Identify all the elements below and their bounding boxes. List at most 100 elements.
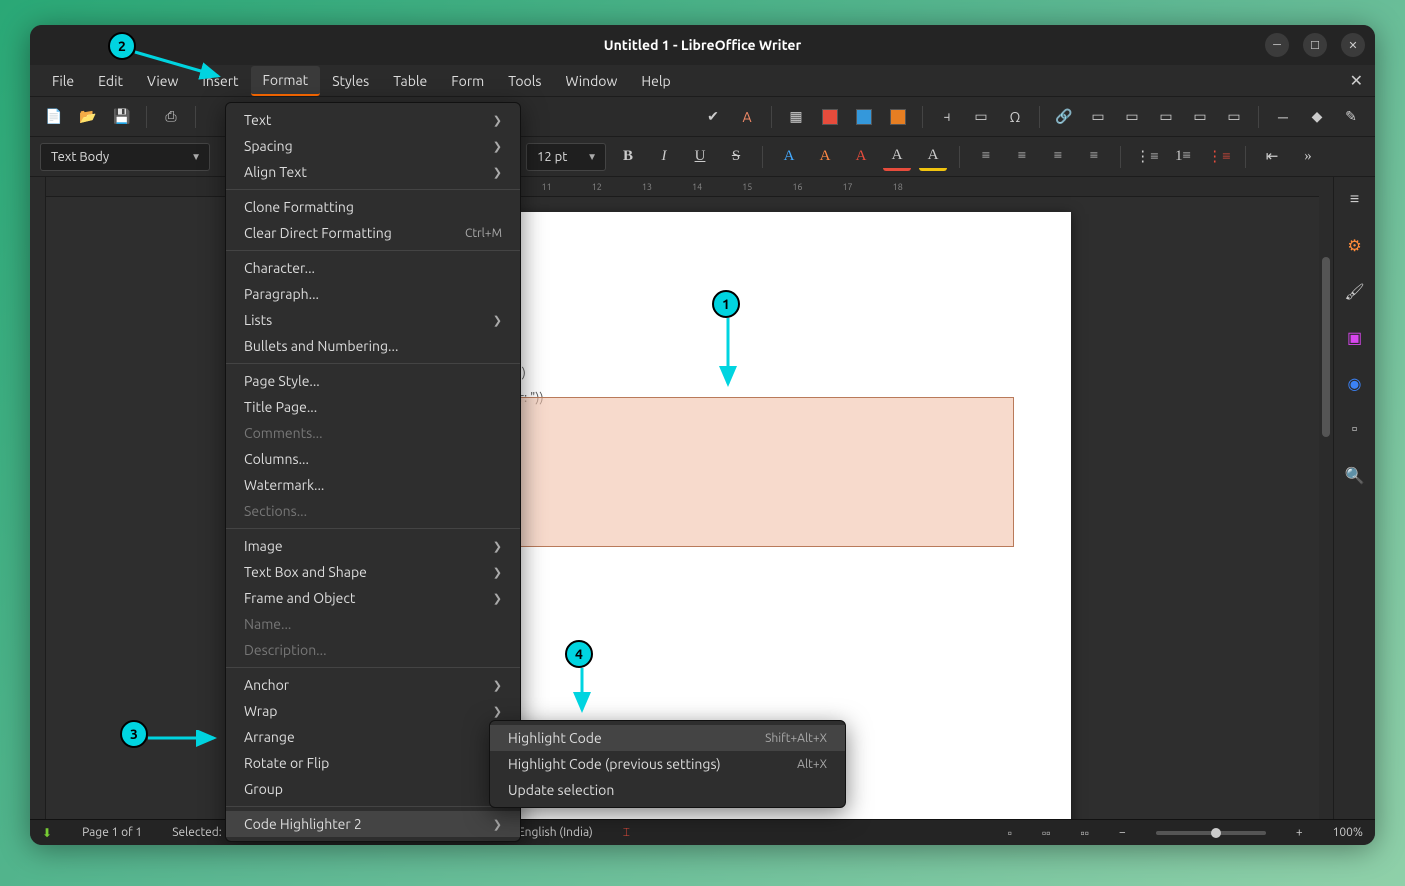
properties-icon[interactable]: ⚙ bbox=[1343, 233, 1367, 257]
gallery-icon[interactable]: ▣ bbox=[1343, 325, 1367, 349]
menu-item-text-box-and-shape[interactable]: Text Box and Shape❯ bbox=[226, 559, 520, 585]
submenu-item-highlight-code-previous-settings[interactable]: Highlight Code (previous settings)Alt+X bbox=[490, 751, 845, 777]
export-pdf-icon[interactable]: ⎙ bbox=[157, 103, 185, 131]
page-icon[interactable]: ▫ bbox=[1343, 417, 1367, 441]
navigator-icon[interactable]: ◉ bbox=[1343, 371, 1367, 395]
menu-help[interactable]: Help bbox=[629, 67, 682, 95]
menu-item-title-page[interactable]: Title Page... bbox=[226, 394, 520, 420]
save-icon[interactable]: 💾 bbox=[108, 103, 136, 131]
new-doc-icon[interactable]: 📄 bbox=[40, 103, 68, 131]
superscript-button[interactable]: A bbox=[775, 143, 803, 171]
more-options-button[interactable]: » bbox=[1294, 143, 1322, 171]
table-icon[interactable]: ▦ bbox=[782, 103, 810, 131]
strikethrough-button[interactable]: S bbox=[722, 143, 750, 171]
sidebar-settings-icon[interactable]: ≡ bbox=[1343, 187, 1367, 211]
italic-button[interactable]: I bbox=[650, 143, 678, 171]
zoom-out-button[interactable]: − bbox=[1119, 826, 1126, 839]
insert-mode-icon[interactable]: ⌶ bbox=[623, 826, 630, 840]
align-center-button[interactable]: ≡ bbox=[1008, 143, 1036, 171]
menu-edit[interactable]: Edit bbox=[86, 67, 135, 95]
textbox-icon[interactable] bbox=[884, 103, 912, 131]
open-icon[interactable]: 📂 bbox=[74, 103, 102, 131]
menu-window[interactable]: Window bbox=[553, 67, 629, 95]
scrollbar-thumb[interactable] bbox=[1322, 257, 1330, 437]
image-icon[interactable] bbox=[816, 103, 844, 131]
underline-button[interactable]: U bbox=[686, 143, 714, 171]
maximize-button[interactable]: ☐ bbox=[1303, 33, 1327, 57]
close-button[interactable]: ✕ bbox=[1341, 33, 1365, 57]
chart-icon[interactable] bbox=[850, 103, 878, 131]
menu-item-align-text[interactable]: Align Text❯ bbox=[226, 159, 520, 185]
zoom-in-button[interactable]: + bbox=[1296, 826, 1303, 839]
indent-decrease-button[interactable]: ⇤ bbox=[1258, 143, 1286, 171]
bullet-list-button[interactable]: ⋮≡ bbox=[1133, 143, 1161, 171]
view-book-icon[interactable]: ▫▫ bbox=[1081, 826, 1090, 840]
align-left-button[interactable]: ≡ bbox=[972, 143, 1000, 171]
menu-item-group[interactable]: Group❯ bbox=[226, 776, 520, 802]
menubar-close-icon[interactable]: ✕ bbox=[1350, 71, 1363, 90]
menu-item-text[interactable]: Text❯ bbox=[226, 107, 520, 133]
paragraph-style-combo[interactable]: Text Body ▼ bbox=[40, 143, 210, 171]
vertical-scrollbar[interactable] bbox=[1319, 177, 1333, 819]
menu-item-watermark[interactable]: Watermark... bbox=[226, 472, 520, 498]
align-justify-button[interactable]: ≡ bbox=[1080, 143, 1108, 171]
outline-button[interactable]: ⋮≡ bbox=[1205, 143, 1233, 171]
menu-file[interactable]: File bbox=[40, 67, 86, 95]
menu-item-frame-and-object[interactable]: Frame and Object❯ bbox=[226, 585, 520, 611]
save-indicator-icon[interactable]: ⬇ bbox=[42, 826, 52, 840]
status-language[interactable]: English (India) bbox=[518, 826, 593, 839]
menu-item-paragraph[interactable]: Paragraph... bbox=[226, 281, 520, 307]
submenu-item-update-selection[interactable]: Update selection bbox=[490, 777, 845, 803]
draw-icon[interactable]: ✎ bbox=[1337, 103, 1365, 131]
menu-item-spacing[interactable]: Spacing❯ bbox=[226, 133, 520, 159]
shape-icon[interactable]: ◆ bbox=[1303, 103, 1331, 131]
styles-icon[interactable]: 🖌 bbox=[1343, 279, 1367, 303]
submenu-item-highlight-code[interactable]: Highlight CodeShift+Alt+X bbox=[490, 725, 845, 751]
menu-item-lists[interactable]: Lists❯ bbox=[226, 307, 520, 333]
menu-item-page-style[interactable]: Page Style... bbox=[226, 368, 520, 394]
page-break-icon[interactable]: ⫞ bbox=[933, 103, 961, 131]
inspector-icon[interactable]: 🔍 bbox=[1343, 463, 1367, 487]
status-page[interactable]: Page 1 of 1 bbox=[82, 826, 142, 839]
hyperlink-icon[interactable]: 🔗 bbox=[1050, 103, 1078, 131]
track-changes-icon[interactable]: ▭ bbox=[1220, 103, 1248, 131]
menu-tools[interactable]: Tools bbox=[496, 67, 553, 95]
number-list-button[interactable]: 1≡ bbox=[1169, 143, 1197, 171]
highlight-button[interactable]: A bbox=[919, 143, 947, 171]
font-size-combo[interactable]: 12 pt ▼ bbox=[526, 143, 606, 171]
comment-icon[interactable]: ▭ bbox=[1186, 103, 1214, 131]
font-effects-button[interactable]: A bbox=[847, 143, 875, 171]
zoom-value[interactable]: 100% bbox=[1333, 826, 1363, 839]
align-right-button[interactable]: ≡ bbox=[1044, 143, 1072, 171]
spellcheck-icon[interactable]: ✔ bbox=[699, 103, 727, 131]
line-icon[interactable]: ─ bbox=[1269, 103, 1297, 131]
view-multi-icon[interactable]: ▫▫ bbox=[1042, 826, 1051, 840]
special-char-icon[interactable]: Ω bbox=[1001, 103, 1029, 131]
field-icon[interactable]: ▭ bbox=[967, 103, 995, 131]
cross-ref-icon[interactable]: ▭ bbox=[1152, 103, 1180, 131]
menu-format[interactable]: Format bbox=[251, 66, 321, 96]
menu-item-clear-direct-formatting[interactable]: Clear Direct FormattingCtrl+M bbox=[226, 220, 520, 246]
zoom-slider-thumb[interactable] bbox=[1211, 828, 1221, 838]
menu-item-wrap[interactable]: Wrap❯ bbox=[226, 698, 520, 724]
bookmark-icon[interactable]: ▭ bbox=[1118, 103, 1146, 131]
menu-styles[interactable]: Styles bbox=[320, 67, 381, 95]
bold-button[interactable]: B bbox=[614, 143, 642, 171]
menu-item-columns[interactable]: Columns... bbox=[226, 446, 520, 472]
font-color-button[interactable]: A bbox=[883, 143, 911, 171]
menu-table[interactable]: Table bbox=[381, 67, 439, 95]
menu-item-character[interactable]: Character... bbox=[226, 255, 520, 281]
menu-item-code-highlighter-2[interactable]: Code Highlighter 2❯ bbox=[226, 811, 520, 837]
menu-item-rotate-or-flip[interactable]: Rotate or Flip❯ bbox=[226, 750, 520, 776]
zoom-slider[interactable] bbox=[1156, 831, 1266, 835]
footnote-icon[interactable]: ▭ bbox=[1084, 103, 1112, 131]
minimize-button[interactable]: ─ bbox=[1265, 33, 1289, 57]
view-single-icon[interactable]: ▫ bbox=[1008, 826, 1012, 840]
menu-item-arrange[interactable]: Arrange❯ bbox=[226, 724, 520, 750]
menu-item-bullets-and-numbering[interactable]: Bullets and Numbering... bbox=[226, 333, 520, 359]
subscript-button[interactable]: A bbox=[811, 143, 839, 171]
menu-form[interactable]: Form bbox=[439, 67, 496, 95]
menu-item-clone-formatting[interactable]: Clone Formatting bbox=[226, 194, 520, 220]
font-color-icon[interactable]: A bbox=[733, 103, 761, 131]
menu-item-anchor[interactable]: Anchor❯ bbox=[226, 672, 520, 698]
